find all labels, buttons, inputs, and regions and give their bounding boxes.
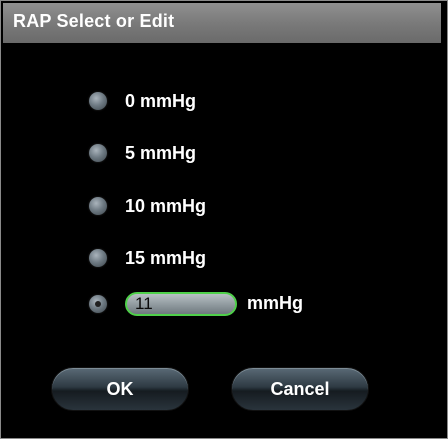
ok-button[interactable]: OK — [51, 367, 189, 411]
radio-button-icon[interactable] — [89, 249, 107, 267]
custom-unit-label: mmHg — [247, 293, 304, 313]
dialog-titlebar: RAP Select or Edit — [3, 3, 441, 43]
option-label: 10 mmHg — [125, 195, 207, 216]
dialog-title: RAP Select or Edit — [13, 11, 175, 31]
option-0-mmhg[interactable]: 0 mmHg — [89, 89, 196, 113]
option-15-mmhg[interactable]: 15 mmHg — [89, 246, 206, 270]
option-5-mmhg[interactable]: 5 mmHg — [89, 141, 196, 165]
custom-rap-input[interactable] — [125, 292, 237, 316]
rap-select-dialog: RAP Select or Edit 0 mmHg 5 mmHg 10 mmHg… — [0, 0, 448, 439]
radio-button-icon[interactable] — [89, 197, 107, 215]
option-label: 0 mmHg — [125, 90, 197, 111]
option-label: 15 mmHg — [125, 247, 207, 268]
radio-button-icon[interactable] — [89, 92, 107, 110]
radio-button-icon[interactable] — [89, 144, 107, 162]
cancel-button[interactable]: Cancel — [231, 367, 369, 411]
option-10-mmhg[interactable]: 10 mmHg — [89, 194, 206, 218]
option-custom[interactable] — [89, 292, 107, 316]
option-label: 5 mmHg — [125, 142, 197, 163]
radio-button-selected-icon[interactable] — [89, 295, 107, 313]
